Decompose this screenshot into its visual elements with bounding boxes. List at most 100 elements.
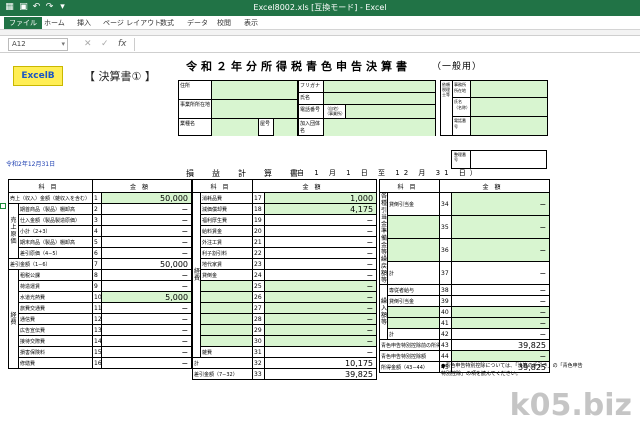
row-label: 荷造運賃 — [17, 280, 94, 292]
row-label: 給料賃金 — [199, 225, 254, 237]
enter-icon[interactable]: ✓ — [101, 39, 109, 49]
document-title: 令和２年分所得税青色申告決算書 — [186, 60, 411, 73]
tab-insert[interactable]: 挿入 — [77, 17, 91, 29]
amount-cell[interactable]: − — [101, 324, 193, 336]
row-number: 27 — [252, 302, 266, 314]
amount-cell[interactable]: − — [264, 335, 378, 347]
name-label: 氏名 — [299, 93, 324, 104]
amount-cell[interactable]: 39,825 — [264, 368, 378, 380]
phone-row: 電話番号 （自宅） （事業所） — [299, 105, 435, 119]
table-row: 減価償却費 18 4,175 — [193, 203, 378, 215]
tab-file[interactable]: ファイル — [4, 17, 42, 29]
formula-input[interactable] — [134, 38, 634, 51]
amount-cell[interactable]: − — [451, 350, 551, 362]
row-number: 1 — [92, 192, 103, 204]
amount-cell[interactable]: − — [101, 247, 193, 259]
group-label: 経費 — [192, 192, 201, 358]
tab-formulas[interactable]: 数式 — [160, 17, 174, 29]
amount-cell[interactable]: − — [451, 192, 551, 216]
amount-cell[interactable]: − — [451, 328, 551, 340]
left-header-item: 科目 — [7, 179, 94, 193]
amount-cell[interactable]: − — [264, 302, 378, 314]
business-type-input[interactable] — [212, 119, 259, 136]
row-number: 7 — [92, 258, 103, 270]
excelb-logo-button[interactable]: ExcelB — [13, 66, 63, 86]
amount-cell[interactable]: − — [451, 215, 551, 239]
accountant-phone-input[interactable] — [471, 117, 547, 135]
business-type-row: 業種名 屋号 — [179, 119, 297, 136]
pl-table-right: 科目 金額 各種引当金・準備金等 繰戻額等貸倒引当金34−35−36−計37−繰… — [378, 179, 551, 373]
trade-name-label: 屋号 — [259, 119, 274, 136]
association-input[interactable] — [324, 119, 435, 136]
amount-cell[interactable]: − — [101, 269, 193, 281]
amount-cell[interactable]: − — [101, 346, 193, 358]
tab-view[interactable]: 表示 — [244, 17, 258, 29]
pl-table-left: 科目 金額 売上（収入）金額（雑収入を含む） 1 50,000 売上原価 期首商品（製品… — [7, 179, 193, 369]
amount-cell[interactable]: 10,175 — [264, 357, 378, 369]
amount-cell[interactable]: − — [101, 214, 193, 226]
amount-cell[interactable]: − — [451, 261, 551, 285]
trade-name-input[interactable] — [274, 119, 297, 136]
row-number: 16 — [92, 357, 103, 369]
amount-cell[interactable]: − — [264, 313, 378, 325]
amount-cell[interactable]: − — [264, 291, 378, 303]
cancel-icon[interactable]: ✕ — [84, 39, 92, 49]
row-number: 41 — [439, 317, 453, 329]
amount-cell[interactable]: 39,825 — [451, 339, 551, 351]
amount-cell[interactable]: − — [264, 269, 378, 281]
table-row: 貸倒金 24− — [193, 269, 378, 281]
amount-cell[interactable]: − — [101, 280, 193, 292]
name-box[interactable]: A12 — [8, 38, 68, 51]
amount-cell[interactable]: − — [451, 284, 551, 296]
tab-home[interactable]: ホーム — [44, 17, 65, 29]
amount-cell[interactable]: 1,000 — [264, 192, 378, 204]
tab-page-layout[interactable]: ページ レイアウト — [103, 17, 161, 29]
table-row: 41− — [380, 317, 551, 329]
table-row: 35− — [380, 215, 551, 239]
amount-cell[interactable]: − — [451, 317, 551, 329]
tab-data[interactable]: データ — [187, 17, 208, 29]
phone-input[interactable] — [346, 105, 435, 118]
amount-cell[interactable]: 50,000 — [101, 192, 193, 204]
amount-cell[interactable]: − — [264, 324, 378, 336]
amount-cell[interactable]: − — [101, 236, 193, 248]
phone-office-label: （事業所） — [325, 111, 345, 116]
row-label: 利子割引料 — [199, 247, 254, 259]
tab-review[interactable]: 校閲 — [217, 17, 231, 29]
accountant-office-input[interactable] — [471, 81, 547, 97]
amount-cell[interactable]: − — [264, 280, 378, 292]
amount-cell[interactable]: − — [264, 214, 378, 226]
amount-cell[interactable]: − — [101, 302, 193, 314]
amount-cell[interactable]: − — [451, 306, 551, 318]
address-input[interactable] — [212, 81, 297, 99]
amount-cell[interactable]: − — [101, 335, 193, 347]
seiri-number-input[interactable] — [470, 151, 546, 168]
worksheet[interactable]: ExcelB 【 決算書① 】 令和２年分所得税青色申告決算書 （一般用） 住所… — [0, 53, 640, 427]
accountant-name-input[interactable] — [471, 98, 547, 116]
table-row: 水道光熱費 10 5,000 — [9, 291, 193, 303]
blue-deduction-note: ●青色申告特別控除については、「決算の手引き」の「青色申告 特別控除」の項を読ん… — [441, 362, 583, 378]
office-address-input[interactable] — [212, 100, 297, 118]
amount-cell[interactable]: − — [101, 203, 193, 215]
amount-cell[interactable]: 4,175 — [264, 203, 378, 215]
amount-cell[interactable]: − — [264, 346, 378, 358]
amount-cell[interactable]: − — [264, 225, 378, 237]
amount-cell[interactable]: − — [101, 225, 193, 237]
table-row: 地代家賃 23− — [193, 258, 378, 270]
amount-cell[interactable]: − — [101, 357, 193, 369]
group-label: 繰入額等 — [379, 284, 388, 340]
amount-cell[interactable]: − — [264, 247, 378, 259]
accountant-name-label: 氏名（名称） — [453, 98, 471, 116]
amount-cell[interactable]: − — [264, 258, 378, 270]
amount-cell[interactable]: − — [451, 238, 551, 262]
amount-cell[interactable]: 50,000 — [101, 258, 193, 270]
amount-cell[interactable]: − — [101, 313, 193, 325]
function-icon[interactable]: fx — [118, 39, 127, 49]
name-row: 氏名 — [299, 93, 435, 105]
amount-cell[interactable]: − — [264, 236, 378, 248]
amount-cell[interactable]: − — [451, 295, 551, 307]
row-label: 損害保険料 — [17, 346, 94, 358]
amount-cell[interactable]: 5,000 — [101, 291, 193, 303]
furigana-input[interactable] — [324, 81, 435, 92]
name-input[interactable] — [324, 93, 435, 104]
